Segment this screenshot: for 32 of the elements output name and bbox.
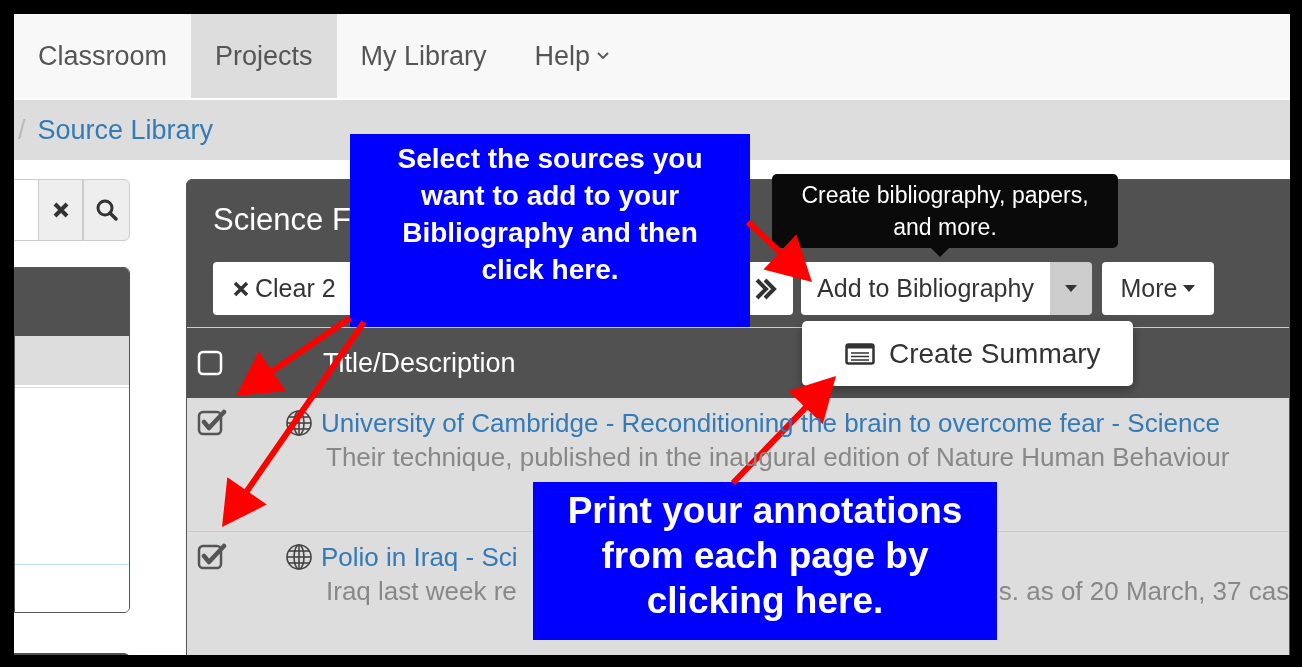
breadcrumb-separator: / [18,113,26,147]
search-field[interactable] [14,179,38,241]
nav-tab[interactable]: Classroom [14,14,192,98]
nav-tab[interactable]: Projects [191,14,337,98]
callout: Select the sources you want to add to your Bibliography and then click here. [350,134,750,327]
checked-checkbox[interactable] [197,408,227,438]
search-button[interactable] [83,179,130,241]
double-chevron-icon [753,276,779,301]
menu-item[interactable]: Create Summary [802,321,1133,386]
globe-icon [285,543,313,571]
close-icon [51,201,70,219]
source-description: s. as of 20 March, 37 cas [998,576,1289,606]
panel-title: Science F [213,202,351,237]
close-icon [233,280,249,297]
clear-button[interactable] [38,179,83,241]
more-button[interactable]: More [1102,262,1214,315]
clear-selection-button[interactable]: Clear 2 [213,262,350,315]
nav-tab[interactable]: Help [510,14,635,98]
callout: Print your annotations from each page by clicking here. [533,482,997,640]
add-to-bibliography-button[interactable]: Add to Bibliography [801,262,1050,315]
nav-tab[interactable]: My Library [336,14,511,98]
caret-icon [1183,284,1196,293]
arrow [745,219,812,282]
tooltip-pointer [930,247,950,257]
list-icon [845,342,875,365]
search-icon [94,198,119,222]
source-description: Iraq last week re [326,576,517,606]
dropdown-toggle[interactable] [1050,262,1092,315]
tooltip: Create bibliography, papers, and more. [772,174,1118,248]
checked-checkbox[interactable] [197,542,227,572]
caret-icon [1065,284,1077,293]
globe-icon [285,409,313,437]
